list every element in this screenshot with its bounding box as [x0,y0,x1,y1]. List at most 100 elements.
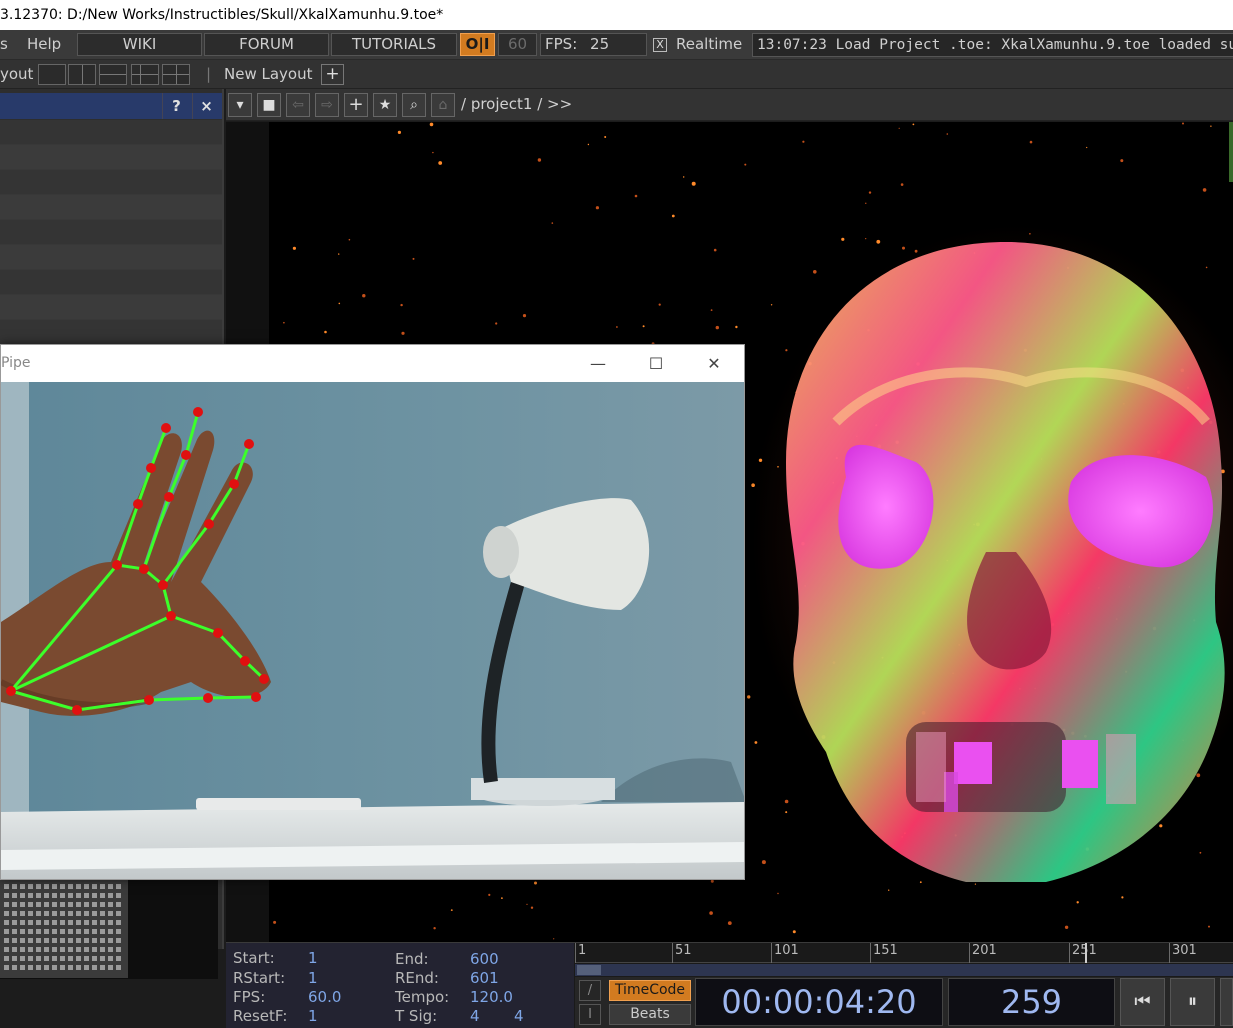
palette-glyph [100,902,105,907]
timecode-display[interactable]: 00:00:04:20 [695,978,943,1026]
palette-glyph [84,920,89,925]
palette-glyph [92,965,97,970]
palette-glyph [36,947,41,952]
end-value[interactable]: 600 [470,950,499,968]
palette-glyph [12,965,17,970]
palette-glyph [100,956,105,961]
palette-glyph [52,920,57,925]
scrollbar-handle[interactable] [577,965,601,975]
forward-arrow-icon[interactable]: ⇨ [315,93,339,117]
skip-to-start-icon[interactable]: ⏮ [1120,978,1165,1026]
close-icon[interactable]: ✕ [685,345,743,382]
fps-target-field[interactable]: 60 [498,33,537,56]
timeline-bar: Start: 1 RStart: 1 FPS: 60.0 ResetF: 1 E… [226,942,1233,1028]
icon-palette-thumbnail[interactable] [0,880,128,978]
home-icon[interactable]: ⌂ [431,93,455,117]
palette-glyph [76,884,81,889]
rend-value[interactable]: 601 [470,969,499,987]
layout-three-pane-icon[interactable] [131,64,159,85]
palette-glyph [100,938,105,943]
palette-glyph [116,929,121,934]
bookmark-star-icon[interactable]: ★ [373,93,397,117]
fps-value[interactable]: 60.0 [308,988,341,1006]
stop-button[interactable]: ■ [257,93,281,117]
add-operator-button[interactable]: + [344,93,368,117]
list-item[interactable] [0,245,222,270]
panel-help-button[interactable]: ? [162,93,190,119]
range-scrollbar[interactable] [575,964,1233,976]
palette-glyph [108,929,113,934]
layout-quad-icon[interactable] [162,64,190,85]
layout-label: yout [0,65,34,83]
list-item[interactable] [0,220,222,245]
menu-item-help[interactable]: Help [27,35,61,53]
back-arrow-icon[interactable]: ⇦ [286,93,310,117]
palette-glyph [108,902,113,907]
resetf-value[interactable]: 1 [308,1007,318,1025]
palette-glyph [28,911,33,916]
layout-split-vertical-icon[interactable] [68,64,96,85]
timeline-settings: Start: 1 RStart: 1 FPS: 60.0 ResetF: 1 E… [226,943,574,1028]
hand-landmark [144,695,154,705]
wiki-button[interactable]: WIKI [77,33,202,56]
add-layout-button[interactable]: + [321,64,344,85]
layout-split-horizontal-icon[interactable] [99,64,127,85]
playhead-marker[interactable] [1085,943,1087,963]
tempo-value[interactable]: 120.0 [470,988,513,1006]
tutorials-button[interactable]: TUTORIALS [331,33,457,56]
rstart-value[interactable]: 1 [308,969,318,987]
palette-glyph [108,956,113,961]
palette-glyph [68,947,73,952]
palette-glyph [60,965,65,970]
palette-glyph [60,947,65,952]
search-icon[interactable]: ⌕ [402,93,426,117]
palette-glyph [100,911,105,916]
maximize-icon[interactable]: ☐ [627,345,685,382]
start-value[interactable]: 1 [308,949,318,967]
network-menu-button[interactable]: ▾ [228,93,252,117]
palette-glyph [20,965,25,970]
palette-glyph [68,893,73,898]
palette-glyph [12,929,17,934]
hand-landmark [213,628,223,638]
list-item[interactable] [0,145,222,170]
transport-button-clipped[interactable] [1220,978,1233,1026]
layout-single-icon[interactable] [38,64,66,85]
realtime-checkbox[interactable]: X [653,38,667,52]
beats-mode-button[interactable]: Beats [609,1004,691,1025]
tsig-numerator[interactable]: 4 [470,1007,480,1025]
network-path-breadcrumb[interactable]: / project1 / >> [461,95,572,113]
palette-glyph [100,920,105,925]
frame-display[interactable]: 259 [948,978,1115,1026]
timeline-ruler[interactable]: 1 51 101 151 201 251 301 [575,943,1233,963]
list-item[interactable] [0,170,222,195]
mediapipe-window[interactable]: Pipe — ☐ ✕ [0,344,745,880]
list-item[interactable] [0,295,222,320]
tsig-denominator[interactable]: 4 [514,1007,524,1025]
slash-toggle[interactable]: / [579,980,601,1001]
palette-glyph [20,920,25,925]
panel-close-button[interactable]: × [192,93,220,119]
palette-glyph [52,965,57,970]
hand-landmark [133,499,143,509]
list-item[interactable] [0,270,222,295]
list-item[interactable] [0,320,222,345]
palette-glyph [84,884,89,889]
minimize-icon[interactable]: — [569,345,627,382]
palette-glyph [116,893,121,898]
ibeam-toggle[interactable]: I [579,1004,601,1025]
timecode-mode-button[interactable]: TimeCode [609,980,691,1001]
list-item[interactable] [0,120,222,145]
layout-divider: | [206,65,212,83]
menu-item-truncated[interactable]: s [0,35,8,53]
oi-toggle-button[interactable]: O|I [460,33,495,56]
palette-glyph [76,938,81,943]
forum-button[interactable]: FORUM [204,33,329,56]
palette-glyph [4,929,9,934]
palette-glyph [76,947,81,952]
hand-landmark [244,439,254,449]
list-item[interactable] [0,195,222,220]
palette-glyph [4,902,9,907]
pause-icon[interactable]: ⏸ [1170,978,1215,1026]
palette-glyph [52,938,57,943]
